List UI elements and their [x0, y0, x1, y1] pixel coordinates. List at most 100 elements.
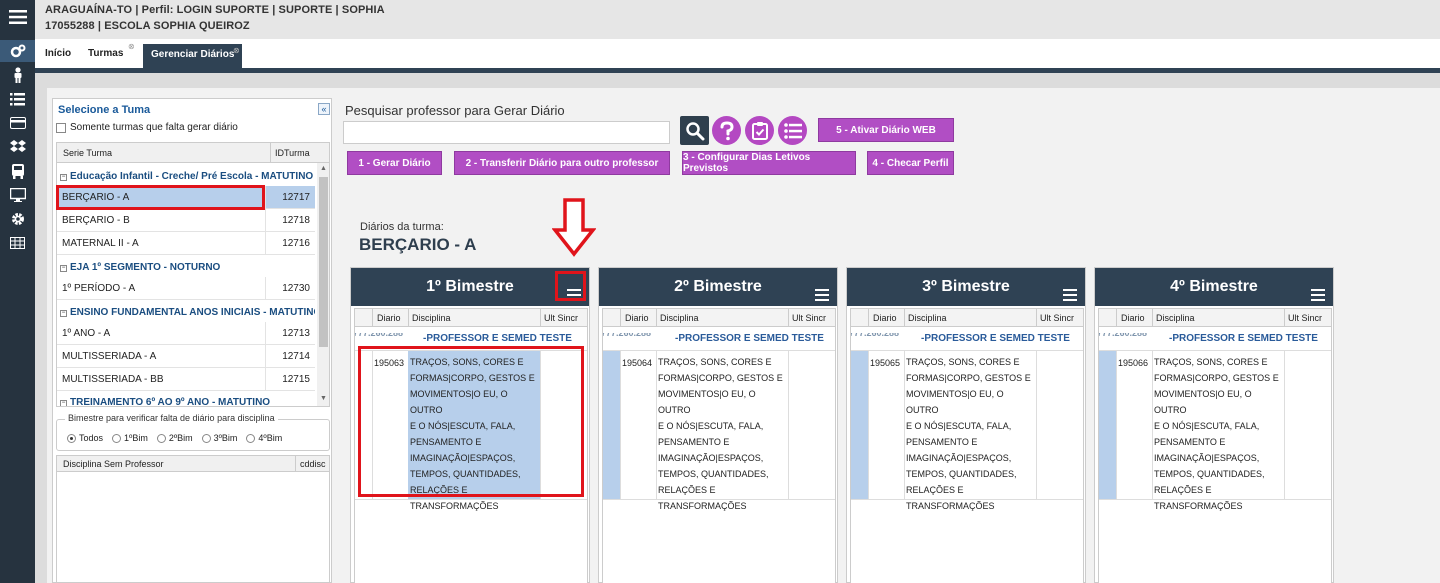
col-idturma[interactable]: IDTurma: [270, 143, 310, 163]
credit-card-icon[interactable]: [0, 112, 35, 134]
table-row[interactable]: MULTISSERIADA - BB 12715: [57, 368, 315, 391]
disciplina-cell: TRAÇOS, SONS, CORES E FORMAS|CORPO, GESTO…: [1154, 357, 1279, 511]
configurar-dias-letivos-button[interactable]: 3 - Configurar Dias Letivos Previstos: [682, 151, 856, 175]
list-icon[interactable]: [0, 88, 35, 110]
table-row[interactable]: BERÇARIO - B 12718: [57, 209, 315, 232]
col-serie-turma[interactable]: Serie Turma: [63, 148, 112, 158]
radio-todos[interactable]: Todos: [67, 433, 103, 443]
header-line-1: ARAGUAÍNA-TO | Perfil: LOGIN SUPORTE | S…: [45, 4, 385, 16]
gerar-diario-button[interactable]: 1 - Gerar Diário: [347, 151, 442, 175]
tab-turmas[interactable]: Turmas: [88, 44, 123, 68]
professor-group-row[interactable]: 777.260.288 -PROFESSOR E SEMED TESTE: [851, 333, 1083, 347]
col-disciplina[interactable]: Disciplina: [1156, 313, 1195, 323]
col-ult-sincr[interactable]: Ult Sincr: [1288, 313, 1322, 323]
list-button[interactable]: [778, 116, 807, 145]
col-disciplina-sem-professor[interactable]: Disciplina Sem Professor: [63, 459, 164, 469]
table-row[interactable]: 195064 TRAÇOS, SONS, CORES E FORMAS|CORPO,…: [603, 350, 835, 511]
scroll-thumb[interactable]: [319, 177, 328, 347]
table-row[interactable]: 1º PERÍODO - A 12730: [57, 277, 315, 300]
clipboard-check-icon: [751, 122, 768, 140]
bus-icon[interactable]: [0, 160, 35, 182]
radio-dot[interactable]: [201, 433, 211, 443]
professor-group-row[interactable]: 777.260.288 -PROFESSOR E SEMED TESTE: [603, 333, 835, 347]
tab-inicio[interactable]: Início: [45, 44, 71, 68]
down-arrow-annotation: [552, 198, 596, 257]
table-row[interactable]: MULTISSERIADA - A 12714: [57, 345, 315, 368]
col-ult-sincr[interactable]: Ult Sincr: [1040, 313, 1074, 323]
hamburger-menu-icon[interactable]: [0, 0, 35, 33]
bimestre-header: 1º Bimestre: [351, 268, 589, 306]
radio-3bim[interactable]: 3ºBim: [201, 433, 237, 443]
close-tab-turmas-icon[interactable]: ⊗: [128, 42, 135, 51]
header-line-2: 17055288 | ESCOLA SOPHIA QUEIROZ: [45, 20, 250, 32]
help-icon: [720, 120, 734, 140]
gear-icon[interactable]: [0, 208, 35, 230]
radio-2bim[interactable]: 2ºBim: [156, 433, 193, 443]
grid-scrollbar[interactable]: ▲ ▼: [317, 163, 329, 406]
card-menu-icon[interactable]: [815, 279, 829, 301]
professor-group-row[interactable]: 777.260.288 -PROFESSOR E SEMED TESTE: [355, 333, 587, 347]
table-row[interactable]: 1º ANO - A 12713: [57, 322, 315, 345]
col-disciplina[interactable]: Disciplina: [412, 313, 451, 323]
col-diario[interactable]: Diario: [377, 313, 401, 323]
checar-perfil-button[interactable]: 4 - Checar Perfil: [867, 151, 954, 175]
table-row[interactable]: 195065 TRAÇOS, SONS, CORES E FORMAS|CORPO,…: [851, 350, 1083, 511]
search-button[interactable]: [680, 116, 709, 145]
col-diario[interactable]: Diario: [625, 313, 649, 323]
grid-header: Diario Disciplina Ult Sincr: [1099, 309, 1331, 327]
col-ult-sincr[interactable]: Ult Sincr: [792, 313, 826, 323]
bimestre-header: 3º Bimestre: [847, 268, 1085, 306]
radio-dot[interactable]: [156, 433, 166, 443]
person-icon[interactable]: [0, 64, 35, 86]
table-row[interactable]: 195066 TRAÇOS, SONS, CORES E FORMAS|CORPO,…: [1099, 350, 1331, 511]
group-row[interactable]: − EJA 1º SEGMENTO - NOTURNO: [57, 258, 315, 277]
col-disciplina[interactable]: Disciplina: [660, 313, 699, 323]
collapse-group-icon[interactable]: −: [60, 174, 67, 181]
professor-group-row[interactable]: 777.260.288 -PROFESSOR E SEMED TESTE: [1099, 333, 1331, 347]
filter-checkbox-row[interactable]: Somente turmas que falta gerar diário: [56, 122, 238, 133]
scroll-up-icon[interactable]: ▲: [320, 165, 327, 172]
ativar-diario-web-button[interactable]: 5 - Ativar Diário WEB: [818, 118, 954, 142]
card-menu-icon[interactable]: [1311, 279, 1325, 301]
search-icon: [685, 121, 704, 140]
group-row[interactable]: − ENSINO FUNDAMENTAL ANOS INICIAIS - MATU…: [57, 303, 315, 322]
collapse-group-icon[interactable]: −: [60, 265, 67, 272]
search-professor-input[interactable]: [343, 121, 670, 144]
tab-gerenciar-diarios[interactable]: Gerenciar Diários: [143, 44, 243, 68]
group-row[interactable]: − TREINAMENTO 6º AO 9º ANO - MATUTINO: [57, 393, 315, 406]
collapse-group-icon[interactable]: −: [60, 400, 67, 406]
col-disciplina[interactable]: Disciplina: [908, 313, 947, 323]
collapse-panel-icon[interactable]: «: [318, 103, 330, 115]
transferir-diario-button[interactable]: 2 - Transferir Diário para outro profess…: [454, 151, 670, 175]
help-button[interactable]: [712, 116, 741, 145]
col-diario[interactable]: Diario: [873, 313, 897, 323]
highlight-box: [358, 346, 584, 497]
scroll-down-icon[interactable]: ▼: [320, 395, 327, 402]
panel-title: Selecione a Tuma: [58, 104, 151, 116]
col-ult-sincr[interactable]: Ult Sincr: [544, 313, 578, 323]
radio-dot[interactable]: [67, 433, 76, 443]
table-row[interactable]: MATERNAL II - A 12716: [57, 232, 315, 255]
turma-name: BERÇARIO - A: [359, 235, 477, 254]
radio-4bim[interactable]: 4ºBim: [246, 433, 282, 443]
filter-checkbox[interactable]: [56, 122, 66, 133]
radio-1bim[interactable]: 1ºBim: [112, 433, 148, 443]
col-diario[interactable]: Diario: [1121, 313, 1145, 323]
monitor-icon[interactable]: [0, 184, 35, 206]
group-row[interactable]: − Educação Infantil - Creche/ Pré Escola …: [57, 167, 315, 186]
col-cddisc[interactable]: cddisc: [295, 456, 326, 472]
radio-dot[interactable]: [246, 433, 256, 443]
clipboard-check-button[interactable]: [745, 116, 774, 145]
table-icon[interactable]: [0, 232, 35, 254]
list-icon: [783, 122, 802, 139]
gears-icon[interactable]: [0, 40, 35, 62]
close-tab-gerenciar-icon[interactable]: ⊗: [233, 46, 240, 55]
bimestre-header: 4º Bimestre: [1095, 268, 1333, 306]
collapse-group-icon[interactable]: −: [60, 310, 67, 317]
radio-dot[interactable]: [112, 433, 122, 443]
card-menu-icon[interactable]: [1063, 279, 1077, 301]
bimestre-legend: Bimestre para verificar falta de diário …: [65, 413, 278, 423]
disciplina-sem-professor-grid: Disciplina Sem Professor cddisc: [56, 455, 330, 583]
dropbox-icon[interactable]: [0, 136, 35, 158]
bimestre-title: 2º Bimestre: [674, 278, 762, 295]
